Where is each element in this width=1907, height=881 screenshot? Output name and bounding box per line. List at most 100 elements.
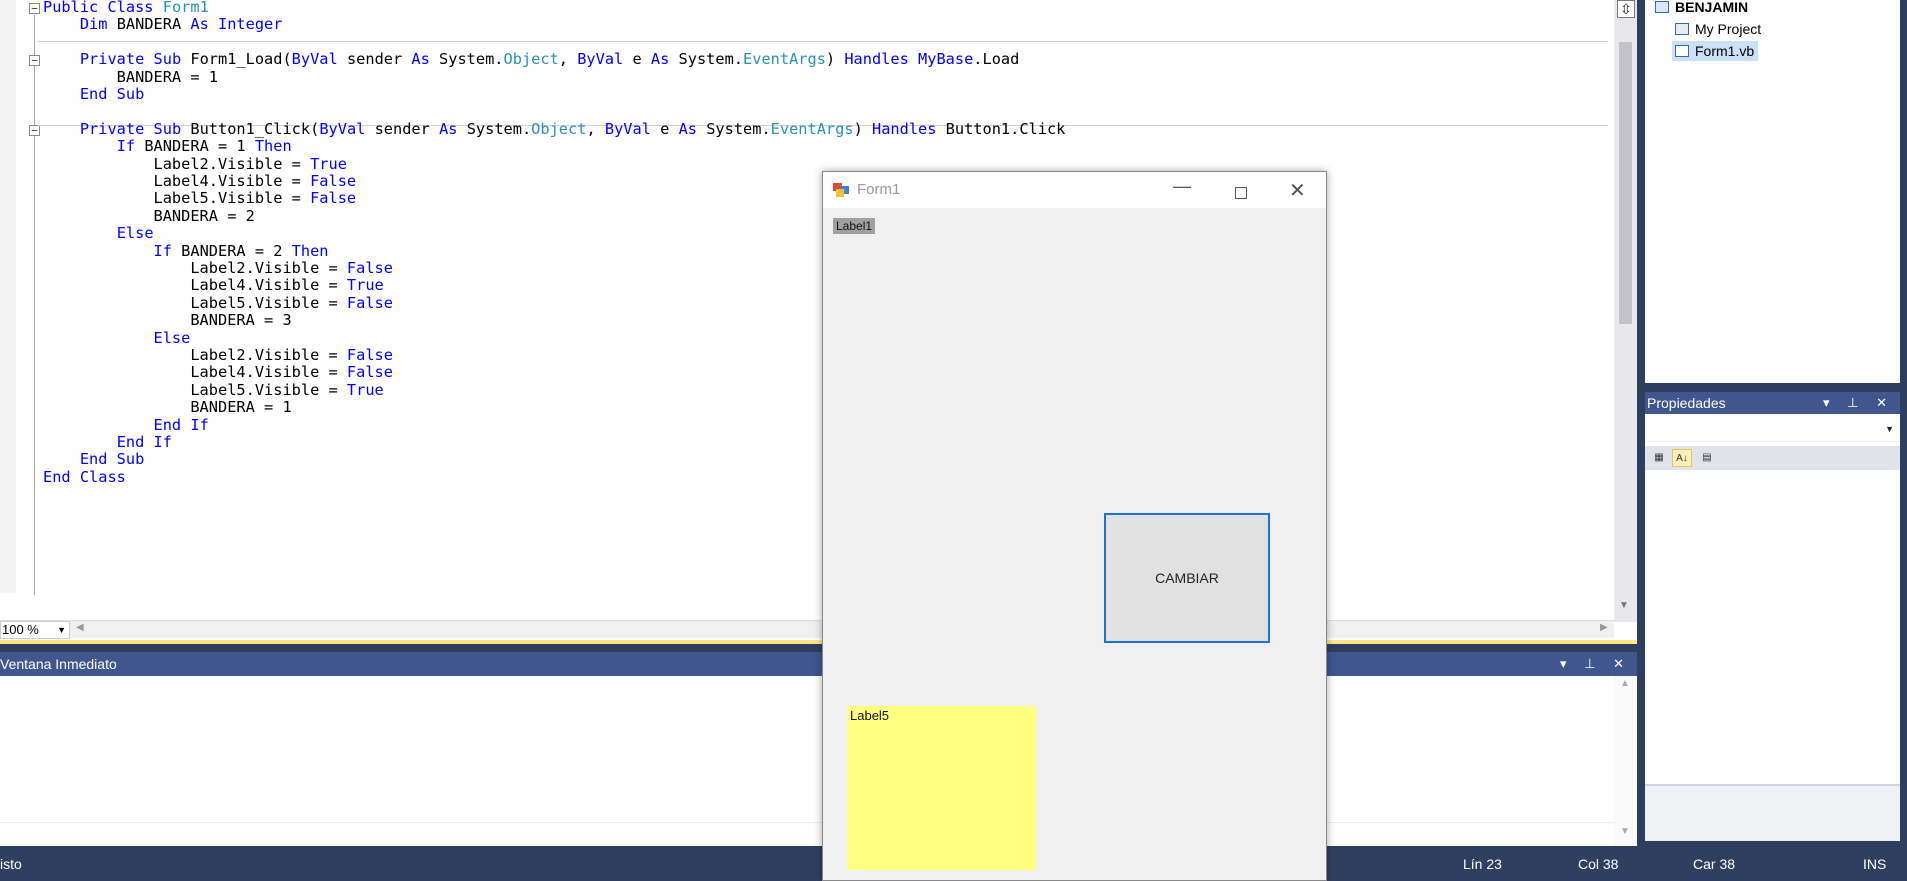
label5: Label5 bbox=[847, 706, 1036, 870]
status-char: Car 38 bbox=[1693, 856, 1736, 872]
code-keyword: If bbox=[153, 241, 172, 260]
code-text: Form1_Load( bbox=[181, 50, 292, 69]
properties-title: Propiedades bbox=[1647, 395, 1726, 411]
code-text: Label5.Visible = bbox=[43, 380, 347, 399]
code-editor[interactable]: − − − Public Class Form1 Dim BANDERA As … bbox=[0, 0, 1637, 640]
code-text: Label5.Visible = bbox=[43, 189, 311, 208]
code-line[interactable]: Dim BANDERA As Integer bbox=[43, 14, 283, 35]
wrench-icon bbox=[1675, 23, 1689, 35]
code-keyword: Private Sub bbox=[79, 119, 182, 138]
code-text: System. bbox=[457, 119, 532, 138]
code-text: System. bbox=[669, 50, 744, 69]
code-keyword: Handles bbox=[844, 50, 909, 69]
close-icon[interactable]: ✕ bbox=[1289, 178, 1306, 203]
collapse-button1-click-icon[interactable]: − bbox=[29, 125, 40, 136]
code-text: Label4.Visible = bbox=[43, 276, 347, 295]
code-text: Label4.Visible = bbox=[43, 363, 347, 382]
code-text: BANDERA = 1 bbox=[135, 137, 255, 156]
code-keyword: True bbox=[346, 380, 384, 399]
code-keyword: End Sub bbox=[79, 85, 145, 103]
solution-explorer: BENJAMIN My Project Form1.vb bbox=[1645, 0, 1900, 383]
code-keyword: Then bbox=[254, 137, 292, 156]
code-text: Button1_Click( bbox=[181, 119, 320, 138]
form1-window[interactable]: Form1 — ✕ Label1 CAMBIAR Label5 bbox=[822, 171, 1327, 881]
code-keyword: End Sub bbox=[79, 450, 145, 469]
minimize-icon[interactable]: — bbox=[1173, 176, 1191, 197]
vb-project-icon bbox=[1655, 1, 1669, 13]
code-keyword: False bbox=[310, 189, 357, 208]
code-keyword: MyBase bbox=[918, 50, 974, 69]
app-icon bbox=[833, 183, 849, 197]
scroll-down-icon[interactable]: ▼ bbox=[1620, 826, 1630, 837]
code-text: ) bbox=[853, 119, 872, 138]
tree-item-form1[interactable]: Form1.vb bbox=[1672, 41, 1759, 61]
property-pages-icon[interactable]: ▤ bbox=[1697, 449, 1717, 467]
fold-guide bbox=[34, 15, 35, 595]
code-keyword: Then bbox=[291, 241, 329, 260]
code-text: BANDERA = 1 bbox=[43, 67, 218, 86]
scroll-left-icon[interactable]: ◀ bbox=[76, 622, 84, 633]
immediate-window[interactable]: Ventana Inmediato ▾ ⊥ ✕ ▲ ▼ bbox=[0, 652, 1637, 846]
code-text: Label4.Visible = bbox=[43, 172, 311, 190]
panel-splitter[interactable] bbox=[0, 640, 1637, 644]
ide-window: − − − Public Class Form1 Dim BANDERA As … bbox=[0, 0, 1907, 881]
tree-item-project[interactable]: BENJAMIN bbox=[1655, 0, 1748, 17]
editor-vertical-scrollbar[interactable]: ⇳ ▼ bbox=[1614, 0, 1637, 622]
scroll-up-icon[interactable]: ▲ bbox=[1620, 678, 1630, 689]
scroll-thumb[interactable] bbox=[1619, 42, 1632, 324]
categorized-icon[interactable]: ▦ bbox=[1649, 449, 1669, 467]
code-text: e bbox=[650, 119, 679, 138]
code-keyword: False bbox=[346, 293, 393, 312]
status-text: isto bbox=[0, 856, 22, 872]
collapse-class-icon[interactable]: − bbox=[29, 3, 40, 14]
code-text: sender bbox=[337, 50, 412, 69]
code-keyword: Handles bbox=[871, 119, 937, 138]
code-text: BANDERA = 1 bbox=[43, 398, 292, 417]
code-keyword: ByVal bbox=[319, 119, 366, 138]
code-keyword: As bbox=[650, 50, 670, 69]
editor-margin bbox=[0, 0, 16, 593]
window-pane-buttons[interactable]: ▾ ⊥ ✕ bbox=[1560, 652, 1631, 676]
scroll-right-icon[interactable]: ▶ bbox=[1600, 622, 1608, 633]
code-line[interactable]: End Class bbox=[43, 467, 126, 488]
code-keyword: False bbox=[310, 172, 357, 190]
code-text: sender bbox=[365, 119, 440, 138]
properties-toolbar: ▦ A↓ ▤ bbox=[1645, 446, 1900, 470]
alphabetical-icon[interactable]: A↓ bbox=[1672, 449, 1692, 467]
split-window-icon[interactable]: ⇳ bbox=[1617, 0, 1635, 18]
object-selector-dropdown[interactable]: ▼ bbox=[1645, 420, 1900, 442]
code-area[interactable]: − − − Public Class Form1 Dim BANDERA As … bbox=[28, 0, 1613, 595]
code-keyword: False bbox=[346, 259, 393, 277]
code-keyword: If bbox=[116, 137, 136, 156]
properties-panel: ▼ ▦ A↓ ▤ bbox=[1645, 414, 1900, 841]
collapse-form1-load-icon[interactable]: − bbox=[29, 55, 40, 66]
properties-titlebar[interactable]: Propiedades ▾ ⊥ ✕ bbox=[1645, 392, 1900, 414]
code-keyword: End Class bbox=[43, 467, 126, 486]
immediate-vertical-scrollbar[interactable]: ▲ ▼ bbox=[1614, 676, 1637, 846]
immediate-horizontal-scrollbar[interactable] bbox=[0, 822, 1614, 846]
zoom-dropdown[interactable]: 100 % ▼ bbox=[0, 621, 70, 639]
code-text: System. bbox=[429, 50, 504, 69]
code-text: , bbox=[586, 119, 605, 138]
tree-item-my-project[interactable]: My Project bbox=[1675, 19, 1761, 39]
maximize-icon[interactable] bbox=[1235, 187, 1247, 199]
form1-titlebar[interactable]: Form1 — ✕ bbox=[823, 172, 1326, 208]
label1: Label1 bbox=[833, 218, 876, 234]
immediate-window-titlebar[interactable]: Ventana Inmediato ▾ ⊥ ✕ bbox=[0, 652, 1637, 676]
code-keyword: As Integer bbox=[190, 15, 283, 34]
code-line[interactable]: End Sub bbox=[43, 84, 144, 105]
code-type: EventArgs bbox=[743, 50, 826, 69]
code-keyword: ByVal bbox=[291, 50, 338, 69]
scroll-down-icon[interactable]: ▼ bbox=[1619, 600, 1629, 611]
window-pane-buttons[interactable]: ▾ ⊥ ✕ bbox=[1823, 392, 1894, 414]
form1-title: Form1 bbox=[857, 181, 901, 198]
cambiar-button[interactable]: CAMBIAR bbox=[1104, 513, 1270, 643]
code-keyword: Private Sub bbox=[79, 50, 182, 69]
